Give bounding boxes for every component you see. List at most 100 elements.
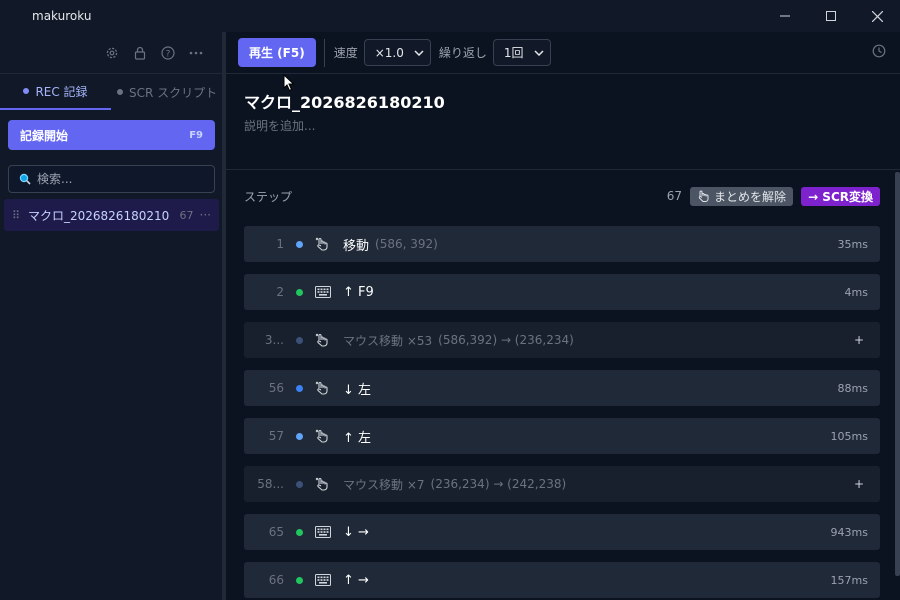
step-coordinates: (586, 392) (375, 237, 438, 251)
step-action: ↑ 左 (343, 430, 372, 446)
step-action: 移動 (343, 238, 370, 254)
macro-item-count: 67 (179, 208, 194, 222)
steps-header: ステップ 67 まとめを解除 → SCR変換 (244, 184, 880, 208)
step-duration: 35ms (837, 237, 868, 251)
maximize-icon (826, 11, 836, 21)
mouse-hand-icon (315, 237, 331, 251)
step-row[interactable]: 57 ↑ 左 105ms (244, 418, 880, 454)
step-action: ↑ F9 (343, 284, 374, 300)
step-type-dot (296, 240, 303, 248)
description-field[interactable]: 説明を追加... (244, 117, 315, 134)
step-action: ↑ → (343, 572, 369, 588)
step-action: マウス移動 ×53 (343, 333, 433, 348)
tab-scr-label: SCR スクリプト (129, 85, 218, 100)
speed-select[interactable]: ×1.0 (363, 39, 431, 66)
mouse-hand-icon (315, 333, 331, 347)
step-row[interactable]: 1 移動 (586, 392) 35ms (244, 226, 880, 262)
window-controls (762, 0, 900, 32)
step-duration: 157ms (830, 573, 868, 587)
step-coordinates: (586,392) → (236,234) (438, 333, 574, 347)
record-start-button[interactable]: 記録開始 F9 (8, 120, 215, 150)
help-icon[interactable]: ? (154, 42, 182, 64)
step-row[interactable]: 2 ↑ F9 4ms (244, 274, 880, 310)
mouse-hand-icon (315, 429, 331, 443)
close-icon (871, 10, 883, 22)
step-group-row[interactable]: 58... マウス移動 ×7 (236,234) → (242,238) + (244, 466, 880, 502)
step-type-dot (296, 528, 303, 536)
more-icon[interactable] (182, 42, 210, 64)
macro-list-item[interactable]: ⠿ マクロ_2026826180210 67 ··· (4, 199, 219, 231)
step-type-dot (296, 576, 303, 584)
speed-value: ×1.0 (374, 45, 404, 60)
expand-group-button[interactable]: + (854, 333, 864, 347)
step-row[interactable]: 66 ↑ → 157ms (244, 562, 880, 598)
step-row[interactable]: 56 ↓ 左 88ms (244, 370, 880, 406)
sidebar: ? REC 記録 SCR スクリプト 記録開始 F9 ⠿ マクロ_2026826… (0, 32, 222, 600)
step-type-dot (296, 480, 303, 488)
ungroup-button[interactable]: まとめを解除 (690, 186, 794, 206)
record-shortcut: F9 (189, 129, 203, 141)
step-group-row[interactable]: 3... マウス移動 ×53 (586,392) → (236,234) + (244, 322, 880, 358)
steps-count: 67 (666, 189, 683, 203)
close-button[interactable] (854, 0, 900, 32)
macro-item-more-button[interactable]: ··· (200, 208, 211, 222)
mouse-cursor-icon (283, 74, 295, 92)
keyboard-icon (315, 526, 331, 538)
step-row[interactable]: 65 ↓ → 943ms (244, 514, 880, 550)
app-title: makuroku (32, 9, 92, 23)
keyboard-icon (315, 286, 331, 298)
chevron-down-icon (533, 49, 544, 56)
step-action: ↓ 左 (343, 382, 372, 398)
step-number: 2 (276, 285, 284, 299)
step-number: 65 (268, 525, 284, 539)
drag-handle-icon[interactable]: ⠿ (12, 209, 28, 222)
convert-to-scr-button[interactable]: → SCR変換 (801, 186, 880, 206)
svg-text:?: ? (166, 50, 171, 60)
ungroup-label: まとめを解除 (714, 189, 787, 204)
repeat-value: 1回 (503, 46, 524, 60)
play-button[interactable]: 再生 (F5) (238, 38, 316, 67)
mouse-hand-icon (315, 381, 331, 395)
macro-title[interactable]: マクロ_2026826180210 (244, 89, 445, 113)
tab-rec-label: REC 記録 (35, 84, 88, 99)
expand-group-button[interactable]: + (854, 477, 864, 491)
tab-rec-dot (23, 88, 30, 94)
history-icon[interactable] (872, 44, 886, 61)
step-action: マウス移動 ×7 (343, 477, 425, 492)
macro-item-name: マクロ_2026826180210 (28, 208, 170, 223)
lock-icon[interactable] (126, 42, 154, 64)
step-duration: 943ms (830, 525, 868, 539)
main-panel: 再生 (F5) 速度 ×1.0 繰り返し 1回 マクロ_202682618021… (226, 32, 900, 600)
scrollbar[interactable] (895, 172, 900, 576)
playback-toolbar: 再生 (F5) 速度 ×1.0 繰り返し 1回 (226, 32, 900, 74)
search-input[interactable] (37, 172, 207, 186)
tab-rec[interactable]: REC 記録 (0, 74, 111, 110)
sidebar-toolbar: ? (98, 42, 210, 64)
tab-scr[interactable]: SCR スクリプト (111, 74, 222, 110)
step-number: 58... (257, 477, 284, 491)
step-duration: 4ms (844, 285, 868, 299)
keyboard-icon (315, 574, 331, 586)
step-number: 57 (268, 429, 284, 443)
steps-label: ステップ (244, 189, 293, 204)
step-duration: 105ms (830, 429, 868, 443)
step-number: 1 (276, 237, 284, 251)
record-start-label: 記録開始 (20, 128, 69, 143)
maximize-button[interactable] (808, 0, 854, 32)
step-type-dot (296, 336, 303, 344)
hand-pointer-icon (698, 190, 709, 202)
repeat-select[interactable]: 1回 (492, 39, 551, 66)
mouse-hand-icon (315, 477, 331, 491)
minimize-button[interactable] (762, 0, 808, 32)
chevron-down-icon (414, 49, 424, 56)
macro-header: マクロ_2026826180210 説明を追加... (226, 74, 900, 170)
step-type-dot (296, 384, 303, 392)
step-coordinates: (236,234) → (242,238) (430, 477, 567, 491)
search-icon (19, 173, 31, 185)
step-type-dot (296, 288, 303, 296)
step-duration: 88ms (837, 381, 868, 395)
mode-tabs: REC 記録 SCR スクリプト (0, 74, 222, 110)
gear-icon[interactable] (98, 42, 126, 64)
toolbar-separator (323, 38, 325, 67)
step-number: 56 (268, 381, 284, 395)
